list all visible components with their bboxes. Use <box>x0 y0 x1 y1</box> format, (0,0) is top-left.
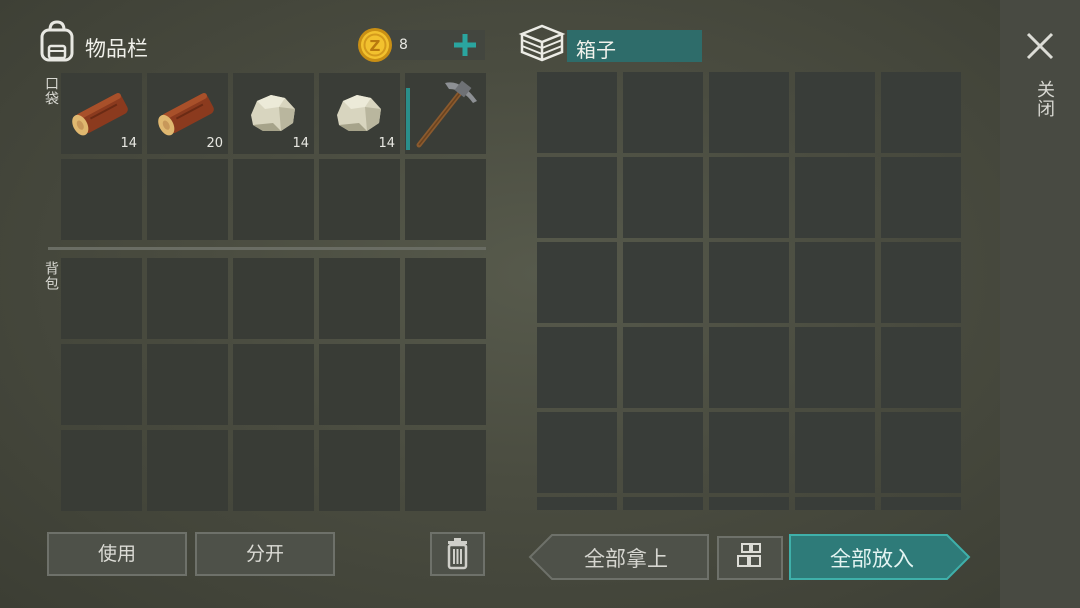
pocket-slot-4[interactable]: 14 <box>319 73 400 154</box>
backpack-slot[interactable] <box>61 258 142 339</box>
trash-icon <box>447 538 468 570</box>
take-all-label: 全部拿上 <box>584 547 668 571</box>
backpack-slot[interactable] <box>147 344 228 425</box>
pocket-slot-9[interactable] <box>319 159 400 240</box>
box-slot[interactable] <box>709 72 789 153</box>
coin-icon: Z <box>356 26 394 64</box>
sort-button[interactable] <box>717 536 783 580</box>
box-slot[interactable] <box>709 497 789 510</box>
box-slot[interactable] <box>537 327 617 408</box>
backpack-slot[interactable] <box>147 258 228 339</box>
box-slot[interactable] <box>709 327 789 408</box>
box-slot[interactable] <box>709 242 789 323</box>
box-slot[interactable] <box>881 72 961 153</box>
item-quantity: 14 <box>378 136 395 151</box>
box-slot[interactable] <box>795 497 875 510</box>
backpack-icon <box>38 20 76 62</box>
backpack-slot[interactable] <box>61 430 142 511</box>
box-title-field[interactable]: 箱子 <box>567 30 702 62</box>
box-slot[interactable] <box>623 497 703 510</box>
close-label[interactable]: 关闭 <box>1031 80 1057 118</box>
close-icon <box>1026 32 1054 60</box>
coin-count: 8 <box>399 37 408 53</box>
pocket-label: 口袋 <box>43 76 59 106</box>
box-slot[interactable] <box>623 412 703 493</box>
section-divider <box>48 247 486 250</box>
inventory-title: 物品栏 <box>85 37 148 61</box>
box-slot[interactable] <box>537 412 617 493</box>
pocket-slot-3[interactable]: 14 <box>233 73 314 154</box>
pocket-slot-5[interactable] <box>405 73 486 154</box>
item-quantity: 14 <box>120 136 137 151</box>
box-slot[interactable] <box>623 327 703 408</box>
box-slot[interactable] <box>795 72 875 153</box>
box-slot[interactable] <box>537 242 617 323</box>
box-grid <box>537 72 963 510</box>
box-slot[interactable] <box>881 327 961 408</box>
pocket-slot-1[interactable]: 14 <box>61 73 142 154</box>
grid-sort-icon <box>737 543 761 567</box>
box-slot[interactable] <box>795 157 875 238</box>
box-slot[interactable] <box>537 72 617 153</box>
box-slot[interactable] <box>709 157 789 238</box>
pocket-slot-8[interactable] <box>233 159 314 240</box>
pocket-slot-2[interactable]: 20 <box>147 73 228 154</box>
put-all-button[interactable]: 全部放入 <box>789 534 971 580</box>
svg-text:Z: Z <box>370 37 381 55</box>
box-slot[interactable] <box>709 412 789 493</box>
box-slot[interactable] <box>795 412 875 493</box>
box-slot[interactable] <box>795 327 875 408</box>
box-slot[interactable] <box>795 242 875 323</box>
backpack-slot[interactable] <box>319 430 400 511</box>
box-slot[interactable] <box>881 497 961 510</box>
box-slot[interactable] <box>537 497 617 510</box>
add-coins-button[interactable] <box>450 30 480 60</box>
close-button[interactable] <box>1020 26 1060 66</box>
put-all-label: 全部放入 <box>830 547 914 571</box>
backpack-slot[interactable] <box>319 258 400 339</box>
backpack-slot[interactable] <box>405 344 486 425</box>
use-button[interactable]: 使用 <box>47 532 187 576</box>
backpack-slot[interactable] <box>405 258 486 339</box>
pocket-slot-7[interactable] <box>147 159 228 240</box>
backpack-label: 背包 <box>43 261 59 291</box>
durability-bar <box>406 88 410 150</box>
box-icon <box>518 22 566 64</box>
pickaxe-icon <box>416 80 477 148</box>
backpack-slot[interactable] <box>405 430 486 511</box>
box-slot[interactable] <box>623 157 703 238</box>
split-button[interactable]: 分开 <box>195 532 335 576</box>
backpack-slot[interactable] <box>319 344 400 425</box>
delete-button[interactable] <box>430 532 485 576</box>
backpack-slot[interactable] <box>61 344 142 425</box>
box-slot[interactable] <box>623 242 703 323</box>
box-slot[interactable] <box>537 157 617 238</box>
pocket-slot-6[interactable] <box>61 159 142 240</box>
box-slot[interactable] <box>881 412 961 493</box>
backpack-slot[interactable] <box>233 344 314 425</box>
backpack-slot[interactable] <box>233 430 314 511</box>
item-quantity: 20 <box>206 136 223 151</box>
pocket-slot-10[interactable] <box>405 159 486 240</box>
box-slot[interactable] <box>881 157 961 238</box>
backpack-slot[interactable] <box>233 258 314 339</box>
box-slot[interactable] <box>623 72 703 153</box>
backpack-slot[interactable] <box>147 430 228 511</box>
item-quantity: 14 <box>292 136 309 151</box>
plus-icon <box>454 34 476 56</box>
box-slot[interactable] <box>881 242 961 323</box>
box-title: 箱子 <box>576 38 616 62</box>
take-all-button[interactable]: 全部拿上 <box>528 534 710 580</box>
